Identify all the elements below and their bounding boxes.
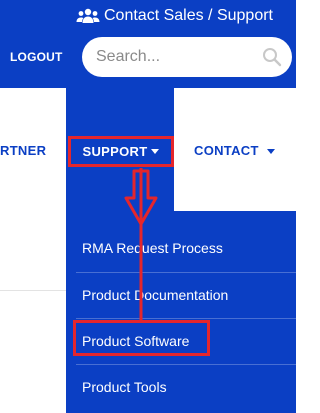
menu-item-product-tools[interactable]: Product Tools	[82, 379, 167, 395]
menu-divider	[76, 318, 296, 319]
search-box[interactable]	[82, 37, 292, 77]
highlight-box-product-software	[73, 320, 210, 356]
search-input[interactable]	[96, 48, 246, 66]
caret-down-icon	[266, 149, 275, 155]
top-header-bar: Contact Sales / Support LOGOUT	[0, 0, 296, 88]
menu-divider	[76, 272, 296, 273]
contact-sales-link[interactable]: Contact Sales / Support	[76, 5, 273, 27]
users-icon	[76, 8, 100, 23]
menu-divider	[76, 364, 296, 365]
contact-sales-label: Contact Sales / Support	[104, 7, 273, 24]
nav-contact-label: CONTACT	[194, 143, 259, 158]
divider	[0, 290, 66, 291]
nav-support-label: SUPPORT	[82, 144, 148, 159]
menu-item-rma-request[interactable]: RMA Request Process	[82, 240, 223, 256]
caret-down-icon	[151, 149, 160, 154]
nav-item-partner[interactable]: RTNER	[0, 143, 46, 158]
menu-item-product-documentation[interactable]: Product Documentation	[82, 287, 228, 303]
search-icon[interactable]	[262, 47, 282, 67]
support-dropdown-menu: RMA Request Process Product Documentatio…	[66, 211, 296, 413]
nav-item-contact[interactable]: CONTACT	[194, 143, 275, 158]
nav-item-support[interactable]: SUPPORT	[68, 136, 174, 167]
logout-link[interactable]: LOGOUT	[10, 50, 63, 64]
